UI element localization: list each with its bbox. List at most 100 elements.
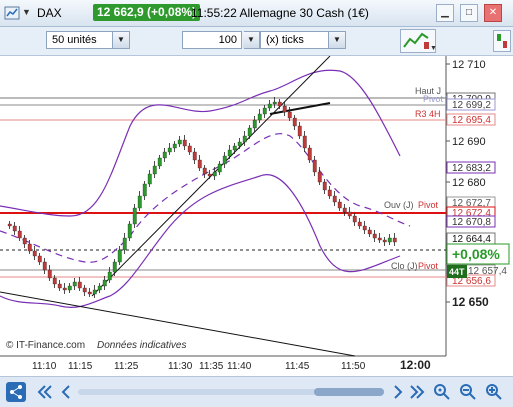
watermark-note: Données indicatives	[97, 340, 187, 351]
svg-text:▼: ▼	[430, 45, 436, 52]
chart-canvas[interactable]: Haut J Pivot W R3 4H Ouv (J) Pivot Clo (…	[0, 55, 513, 376]
candle	[92, 289, 97, 295]
candle	[332, 195, 337, 203]
candle	[17, 230, 22, 239]
period-select[interactable]: (x) ticks ▼	[260, 31, 346, 49]
x-tick: 11:10	[32, 361, 57, 372]
candle	[362, 225, 367, 231]
candle	[172, 143, 177, 149]
candle	[217, 163, 222, 173]
candle	[377, 237, 382, 241]
change-pct-text: +0,08%	[452, 246, 500, 262]
y-tick: 12 680	[452, 177, 486, 189]
maximize-button[interactable]: □	[460, 4, 478, 22]
candle	[22, 237, 27, 245]
candle	[167, 147, 172, 153]
units-select[interactable]: 50 unités ▼	[46, 31, 130, 49]
candle	[67, 285, 72, 291]
price-chart[interactable]: Haut J Pivot W R3 4H Ouv (J) Pivot Clo (…	[0, 55, 513, 376]
units-select-value: 50 unités	[52, 34, 97, 46]
chevron-down-icon[interactable]: ▼	[112, 32, 129, 48]
share-icon[interactable]	[6, 382, 26, 402]
x-tick: 11:50	[341, 361, 366, 372]
x-tick: 11:40	[227, 361, 252, 372]
symbol-label: DAX	[37, 6, 62, 20]
candle	[107, 271, 112, 281]
zoom-in-icon[interactable]	[484, 382, 504, 402]
x-tick: 11:15	[68, 361, 93, 372]
candle	[112, 261, 117, 273]
title-bar: ▼ DAX 12 662,9 (+0,08%) 11:55:22 Allemag…	[0, 0, 513, 27]
candle	[237, 141, 242, 147]
candle	[327, 189, 332, 197]
candle	[157, 157, 162, 167]
candle	[392, 237, 397, 243]
x-tick: 11:30	[168, 361, 193, 372]
zoom-out-icon[interactable]	[458, 382, 478, 402]
candle	[97, 285, 102, 291]
label-pivot-mid: Pivot	[418, 200, 439, 210]
scroll-left-icon[interactable]	[56, 382, 76, 402]
watermark-brand: © IT-Finance.com	[6, 340, 85, 351]
chevron-down-icon[interactable]: ▼	[328, 32, 345, 48]
candle	[242, 135, 247, 143]
zoom-fit-icon[interactable]	[432, 382, 452, 402]
candle	[117, 249, 122, 263]
candle	[272, 101, 277, 105]
label-clo-j: Clo (J)	[391, 261, 418, 271]
candle	[347, 211, 352, 217]
candle	[47, 269, 52, 279]
scroll-right-fast-icon[interactable]	[408, 382, 428, 402]
candle	[267, 103, 272, 109]
candle	[77, 281, 82, 289]
candle	[82, 287, 87, 293]
minimize-button[interactable]: ▁	[436, 4, 454, 22]
chevron-down-icon[interactable]: ▼	[243, 32, 259, 48]
candle	[197, 159, 202, 169]
app-menu-icon[interactable]	[4, 5, 20, 21]
y-tick: 12 710	[452, 59, 486, 71]
candle	[32, 250, 37, 257]
candle	[192, 151, 197, 161]
candle	[52, 277, 57, 285]
scrollbar-thumb[interactable]	[314, 388, 384, 396]
candle	[177, 139, 182, 145]
time-scrollbar[interactable]	[78, 388, 384, 396]
candle	[312, 159, 317, 173]
candle	[182, 139, 187, 147]
bottom-toolbar	[0, 376, 513, 407]
scroll-left-fast-icon[interactable]	[34, 382, 54, 402]
candle	[202, 167, 207, 175]
y-tick: 12 650	[452, 295, 489, 309]
quantity-stepper[interactable]: ▼	[243, 31, 260, 49]
candle	[162, 151, 167, 159]
candle	[317, 171, 322, 183]
candle	[207, 173, 212, 177]
dropdown-arrow-icon[interactable]: ▼	[22, 7, 31, 17]
axis-value-bb-mid: 12 670,8	[452, 217, 491, 228]
candle	[152, 165, 157, 175]
x-tick: 11:35	[199, 361, 224, 372]
x-tick: 12:00	[400, 358, 431, 372]
close-button[interactable]: ✕	[484, 4, 502, 22]
side-panel-icon[interactable]	[493, 30, 511, 52]
candle	[142, 183, 147, 197]
price-badge: 12 662,9 (+0,08%)	[93, 4, 201, 21]
period-select-value: (x) ticks	[266, 34, 304, 46]
candle	[72, 281, 77, 287]
candle	[322, 181, 327, 191]
candle	[12, 225, 17, 232]
chart-type-icon[interactable]: ▼	[400, 29, 436, 53]
candle	[127, 223, 132, 239]
candle	[227, 149, 232, 157]
candle	[287, 111, 292, 119]
candle	[122, 237, 127, 251]
candle	[7, 223, 12, 227]
axis-value-bb-upper: 12 683,2	[452, 163, 491, 174]
quantity-input[interactable]: 100	[182, 31, 242, 49]
time-instrument-label: 11:55:22 Allemagne 30 Cash (1€)	[191, 6, 369, 20]
candle	[247, 127, 252, 137]
axis-value-r3-4h: 12 695,4	[452, 115, 491, 126]
candle	[357, 221, 362, 227]
scroll-right-icon[interactable]	[388, 382, 408, 402]
